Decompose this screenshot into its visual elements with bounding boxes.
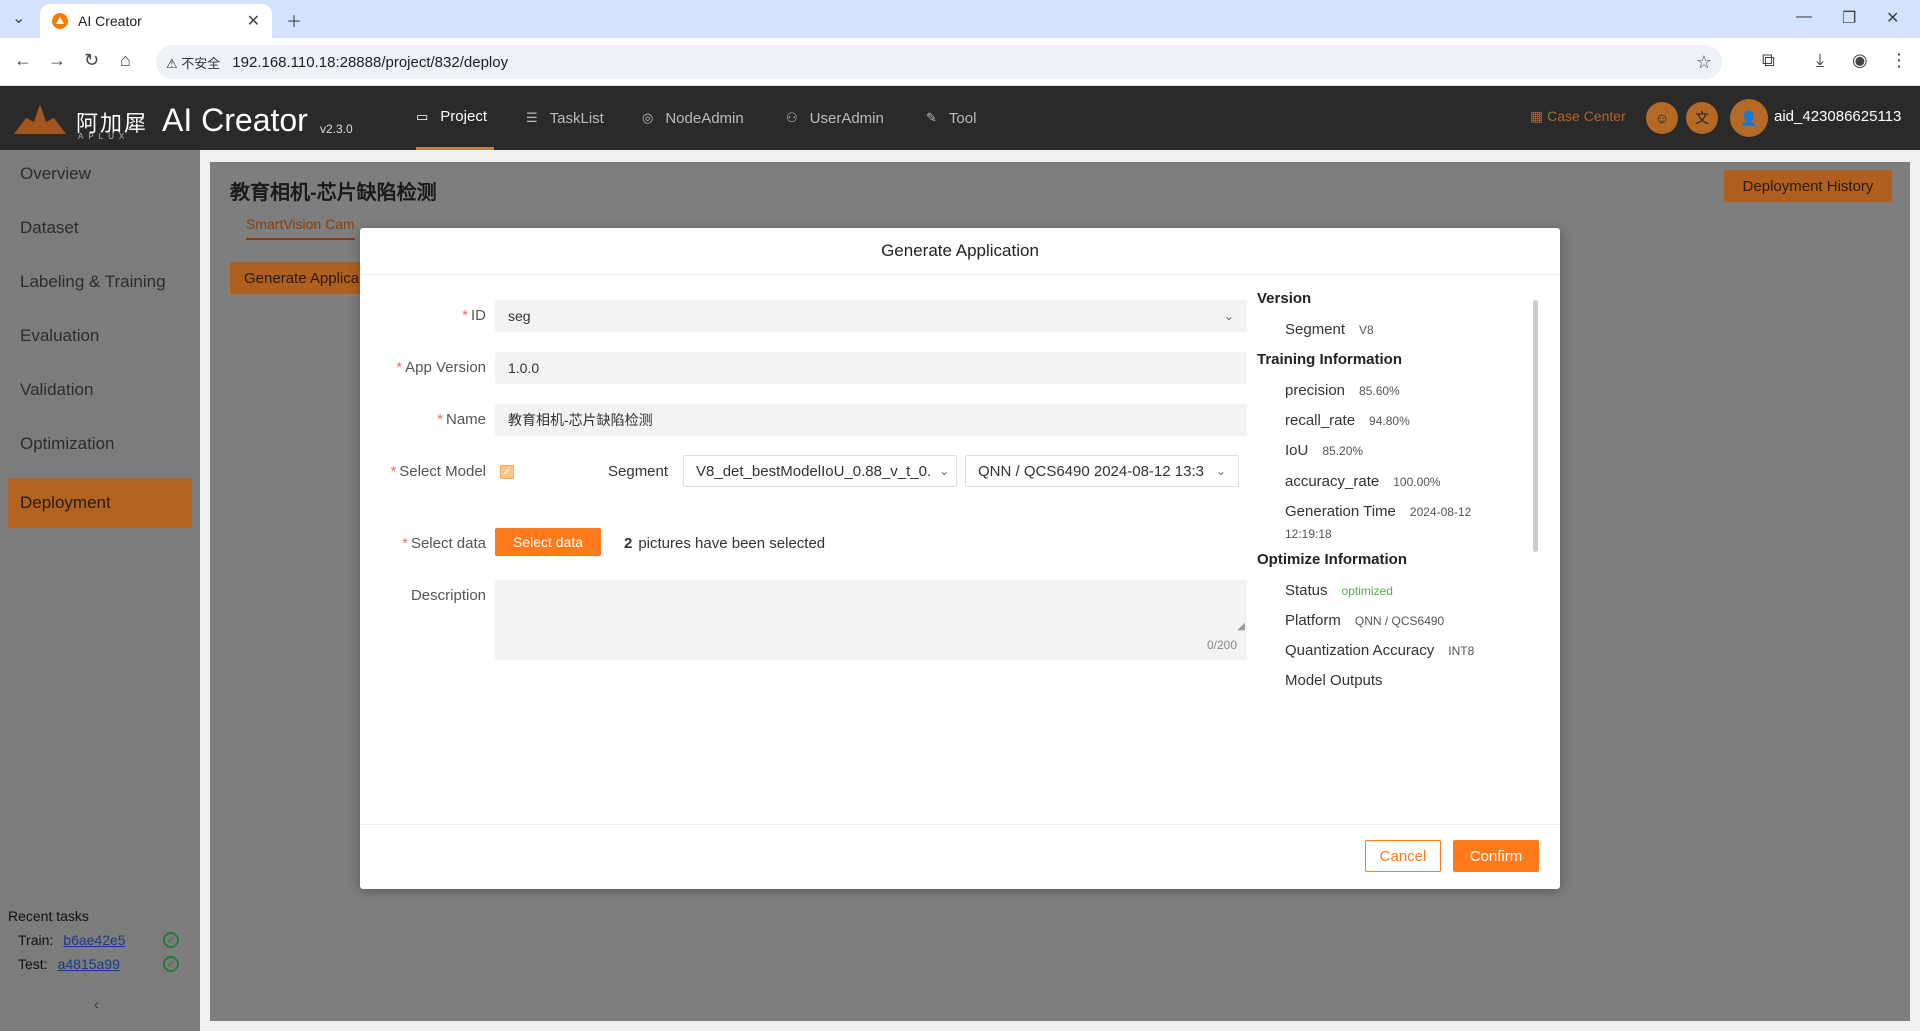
name-input[interactable]: 教育相机-芯片缺陷检测 xyxy=(495,404,1247,436)
info-value: 85.60% xyxy=(1359,384,1400,398)
select-model-label-text: Select Model xyxy=(399,463,486,480)
version-title: Version xyxy=(1257,290,1312,307)
app-version-value: 1.0.0 xyxy=(508,360,540,376)
platform-select[interactable]: QNN / QCS6490 2024-08-12 13:3 ⌄ xyxy=(965,455,1239,487)
name-value: 教育相机-芯片缺陷检测 xyxy=(508,412,653,428)
info-key: Quantization Accuracy xyxy=(1285,642,1435,659)
required-mark: * xyxy=(462,307,468,324)
id-select[interactable]: seg ⌄ xyxy=(495,300,1247,332)
model-info-panel: Version Segment V8 Training Information p… xyxy=(1257,290,1533,800)
platform-row: Platform QNN / QCS6490 xyxy=(1285,612,1444,629)
platform-value: QNN / QCS6490 2024-08-12 13:3 xyxy=(978,462,1204,480)
iou-row: IoU 85.20% xyxy=(1285,442,1363,459)
info-key: IoU xyxy=(1285,442,1309,459)
required-mark: * xyxy=(390,463,397,480)
cancel-button[interactable]: Cancel xyxy=(1365,840,1441,872)
status-row: Status optimized xyxy=(1285,582,1393,599)
select-data-label: * Select data xyxy=(366,535,486,552)
version-row: Segment V8 xyxy=(1285,321,1374,338)
chevron-down-icon: ⌄ xyxy=(1223,309,1234,323)
gen-time: 12:19:18 xyxy=(1285,527,1332,541)
optimize-title: Optimize Information xyxy=(1257,551,1407,568)
gen-date: 2024-08-12 xyxy=(1409,505,1472,519)
version-key: Segment xyxy=(1285,321,1346,338)
id-label-text: ID xyxy=(471,307,486,324)
app-version-label-text: App Version xyxy=(405,359,486,376)
name-label-text: Name xyxy=(445,411,486,428)
chevron-down-icon: ⌄ xyxy=(1215,464,1226,478)
description-label: Description xyxy=(410,587,486,604)
info-key: recall_rate xyxy=(1285,412,1356,429)
recall-row: recall_rate 94.80% xyxy=(1285,412,1410,429)
info-key: accuracy_rate xyxy=(1285,473,1380,490)
pictures-text: pictures have been selected xyxy=(638,535,826,552)
app-version-input[interactable]: 1.0.0 xyxy=(495,352,1247,384)
model-checkbox[interactable]: ✓ xyxy=(500,465,514,479)
segment-label: Segment xyxy=(608,463,669,480)
model-value: V8_det_bestModelIoU_0.88_v_t_0. xyxy=(696,462,932,480)
status-badge: optimized xyxy=(1341,584,1393,598)
select-data-label-text: Select data xyxy=(410,535,486,552)
select-model-label: * Select Model xyxy=(366,463,486,480)
required-mark: * xyxy=(437,411,443,428)
dialog-title: Generate Application xyxy=(360,228,1560,275)
pictures-count: 2 xyxy=(624,535,633,552)
generate-application-dialog: Generate Application * ID seg ⌄ * App Vers… xyxy=(360,228,1560,889)
app-version-label: * App Version xyxy=(366,359,486,376)
description-count: 0/200 xyxy=(1206,638,1237,652)
name-label: * Name xyxy=(366,411,486,428)
quant-row: Quantization Accuracy INT8 xyxy=(1285,642,1474,659)
accuracy-row: accuracy_rate 100.00% xyxy=(1285,473,1441,490)
select-data-button[interactable]: Select data xyxy=(495,528,601,556)
training-title: Training Information xyxy=(1257,351,1402,368)
required-mark: * xyxy=(402,535,408,552)
info-key: Model Outputs xyxy=(1285,672,1383,689)
precision-row: precision 85.60% xyxy=(1285,382,1400,399)
chevron-down-icon: ⌄ xyxy=(939,464,950,478)
info-value: 94.80% xyxy=(1369,414,1410,428)
info-scrollbar[interactable] xyxy=(1533,300,1538,552)
resize-grip-icon[interactable]: ◢ xyxy=(1237,621,1245,632)
id-value: seg xyxy=(508,308,531,324)
info-value: QNN / QCS6490 xyxy=(1354,614,1445,628)
confirm-button[interactable]: Confirm xyxy=(1453,840,1539,872)
info-value: 85.20% xyxy=(1322,444,1364,458)
model-select[interactable]: V8_det_bestModelIoU_0.88_v_t_0. ⌄ xyxy=(683,455,957,487)
id-label: * ID xyxy=(366,307,486,324)
info-key: Generation Time xyxy=(1285,503,1396,520)
info-key: precision xyxy=(1285,382,1346,399)
outputs-row: Model Outputs xyxy=(1285,672,1383,689)
version-value: V8 xyxy=(1359,323,1374,337)
info-key: Platform xyxy=(1285,612,1341,629)
info-key: Status xyxy=(1285,582,1328,599)
pictures-selected-text: 2 pictures have been selected xyxy=(624,535,825,552)
info-value: INT8 xyxy=(1448,644,1475,658)
info-value: 100.00% xyxy=(1393,475,1441,489)
generation-time-row: Generation Time 2024-08-12 xyxy=(1285,503,1525,520)
dialog-footer: Cancel Confirm xyxy=(360,824,1560,889)
description-textarea[interactable]: ◢ 0/200 xyxy=(495,580,1247,660)
required-mark: * xyxy=(396,359,403,376)
